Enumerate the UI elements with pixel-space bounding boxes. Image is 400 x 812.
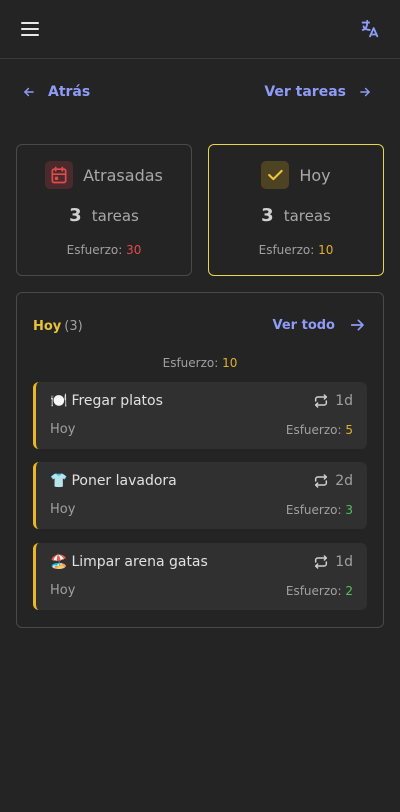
task-title: 👕 Poner lavadora bbox=[50, 473, 177, 489]
panel-effort-label: Esfuerzo: bbox=[162, 356, 219, 370]
arrow-left-icon bbox=[24, 87, 34, 97]
repeat-icon bbox=[315, 394, 328, 408]
see-all-label: Ver todo bbox=[272, 317, 336, 333]
task-repeat: 2d bbox=[313, 473, 353, 489]
task-repeat-interval: 2d bbox=[335, 473, 353, 489]
overdue-effort: Esfuerzo: 30 bbox=[17, 243, 191, 257]
today-count-unit: tareas bbox=[283, 207, 331, 225]
back-link[interactable]: Atrás bbox=[22, 84, 90, 100]
top-bar bbox=[0, 0, 400, 59]
task-repeat: 1d bbox=[313, 393, 353, 409]
arrow-right-icon bbox=[360, 87, 370, 97]
panel-title-label: Hoy bbox=[33, 319, 62, 334]
task-due-day: Hoy bbox=[50, 583, 76, 598]
task-item[interactable]: 🏖️ Limpar arena gatas 1d Hoy Esfuerzo: 2 bbox=[33, 543, 367, 610]
task-effort-value: 3 bbox=[345, 503, 353, 517]
back-label: Atrás bbox=[48, 84, 91, 100]
navigation-row: Atrás Ver tareas bbox=[0, 80, 400, 108]
task-effort-value: 5 bbox=[345, 423, 353, 437]
task-title: 🏖️ Limpar arena gatas bbox=[50, 554, 208, 570]
panel-effort: Esfuerzo: 10 bbox=[17, 356, 383, 370]
repeat-icon bbox=[315, 555, 328, 569]
task-effort-label: Esfuerzo: bbox=[285, 423, 342, 437]
task-title: 🍽️ Fregar platos bbox=[50, 393, 163, 409]
today-effort-label: Esfuerzo: bbox=[258, 243, 315, 257]
task-effort-value: 2 bbox=[345, 584, 353, 598]
task-effort: Esfuerzo: 3 bbox=[286, 503, 353, 517]
panel-effort-value: 10 bbox=[222, 356, 238, 370]
task-name: Fregar platos bbox=[71, 393, 163, 409]
task-due-day: Hoy bbox=[50, 422, 76, 437]
check-icon bbox=[261, 161, 290, 189]
task-effort: Esfuerzo: 5 bbox=[286, 423, 353, 437]
overdue-count-unit: tareas bbox=[91, 207, 139, 225]
today-count: 3 tareas bbox=[209, 205, 383, 226]
view-tasks-link[interactable]: Ver tareas bbox=[264, 84, 372, 100]
today-title: Hoy bbox=[299, 165, 331, 185]
repeat-icon bbox=[315, 474, 328, 488]
overdue-title: Atrasadas bbox=[83, 165, 163, 185]
task-repeat: 1d bbox=[313, 554, 353, 570]
task-effort-label: Esfuerzo: bbox=[285, 584, 342, 598]
overdue-card-header: Atrasadas bbox=[17, 161, 191, 189]
beach-icon: 🏖️ bbox=[50, 554, 68, 570]
task-effort: Esfuerzo: 2 bbox=[286, 584, 353, 598]
overdue-effort-label: Esfuerzo: bbox=[66, 243, 123, 257]
arrow-right-icon bbox=[350, 319, 364, 331]
task-repeat-interval: 1d bbox=[335, 393, 353, 409]
today-tasks-panel: Hoy (3) Ver todo Esfuerzo: 10 🍽️ Fregar p… bbox=[16, 292, 384, 628]
task-name: Limpar arena gatas bbox=[71, 554, 208, 570]
overdue-card[interactable]: Atrasadas 3 tareas Esfuerzo: 30 bbox=[16, 144, 192, 276]
panel-task-count: (3) bbox=[64, 319, 83, 334]
today-card-header: Hoy bbox=[209, 161, 383, 189]
task-repeat-interval: 1d bbox=[335, 554, 353, 570]
today-card[interactable]: Hoy 3 tareas Esfuerzo: 10 bbox=[208, 144, 384, 276]
task-item[interactable]: 🍽️ Fregar platos 1d Hoy Esfuerzo: 5 bbox=[33, 382, 367, 449]
hamburger-menu-icon[interactable] bbox=[21, 22, 39, 36]
today-effort: Esfuerzo: 10 bbox=[209, 243, 383, 257]
overdue-effort-value: 30 bbox=[126, 243, 142, 257]
calendar-icon bbox=[45, 161, 74, 189]
panel-title: Hoy (3) bbox=[33, 319, 83, 334]
plate-icon: 🍽️ bbox=[50, 393, 68, 409]
translate-icon[interactable] bbox=[359, 18, 381, 40]
overdue-count-number: 3 bbox=[69, 205, 82, 226]
task-effort-label: Esfuerzo: bbox=[285, 503, 342, 517]
overdue-count: 3 tareas bbox=[17, 205, 191, 226]
task-due-day: Hoy bbox=[50, 502, 76, 517]
task-item[interactable]: 👕 Poner lavadora 2d Hoy Esfuerzo: 3 bbox=[33, 462, 367, 529]
today-effort-value: 10 bbox=[318, 243, 334, 257]
see-all-link[interactable]: Ver todo bbox=[273, 317, 368, 333]
task-name: Poner lavadora bbox=[71, 473, 177, 489]
shirt-icon: 👕 bbox=[50, 473, 68, 489]
today-count-number: 3 bbox=[261, 205, 274, 226]
view-tasks-label: Ver tareas bbox=[264, 84, 346, 100]
